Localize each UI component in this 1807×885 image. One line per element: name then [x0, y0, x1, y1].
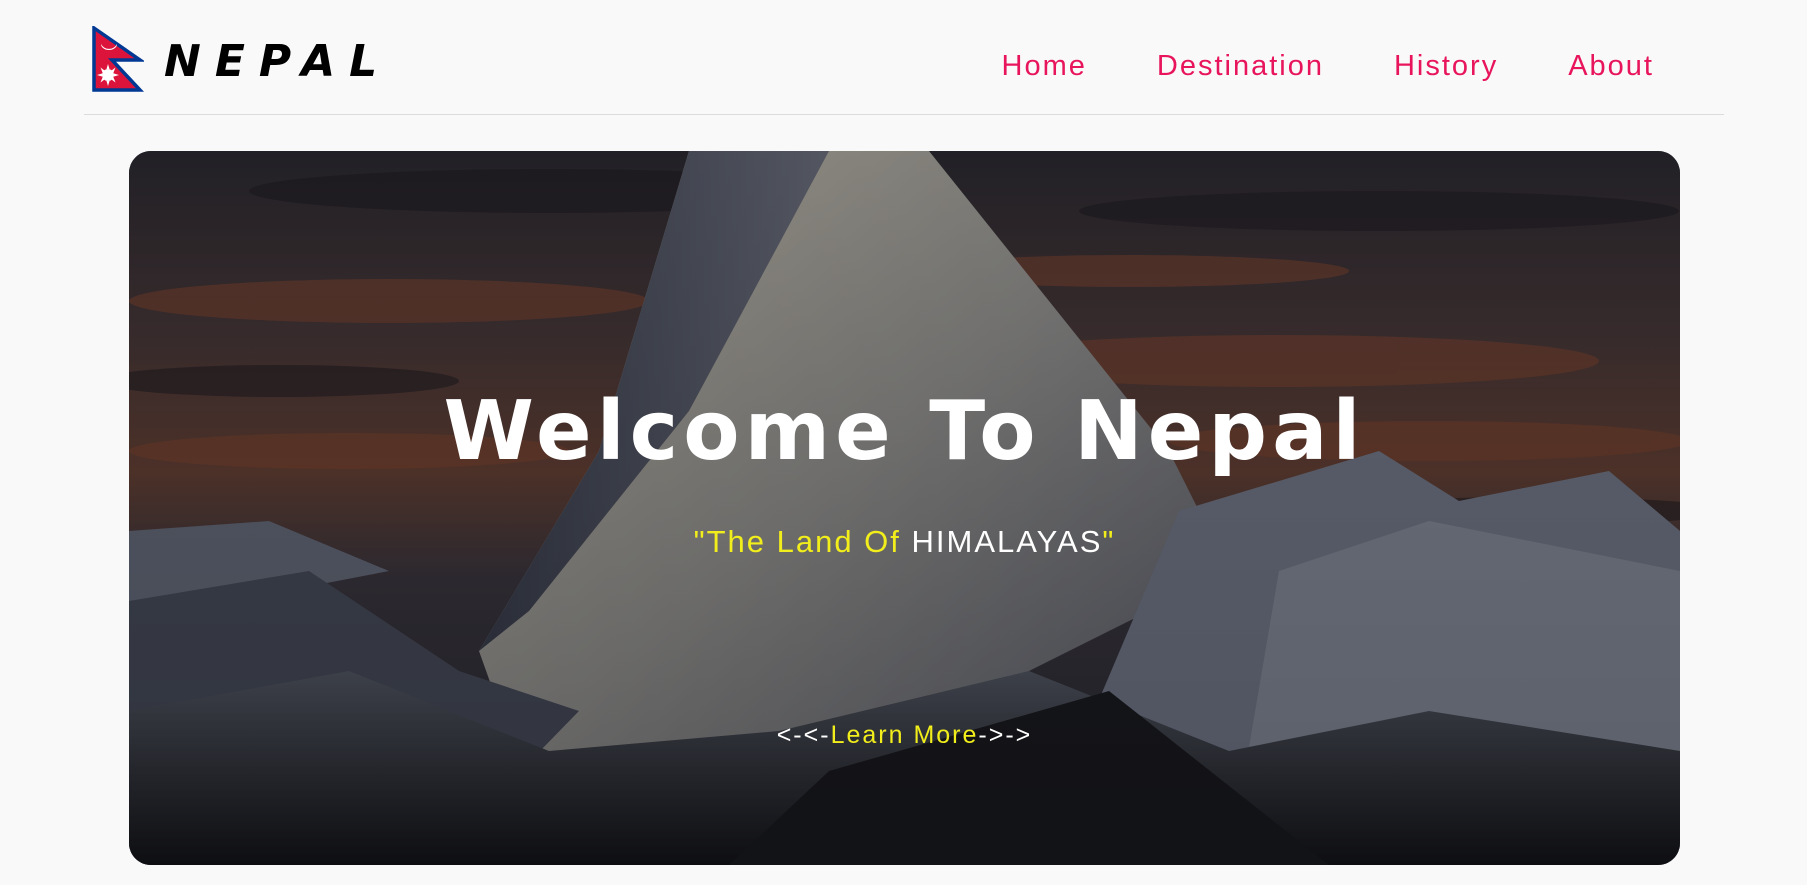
learn-more-suffix-arrows: ->-> [978, 721, 1033, 749]
nepal-flag-icon [92, 26, 144, 92]
main-nav: Home Destination History About [932, 52, 1654, 81]
logo[interactable]: NEPAL [92, 24, 391, 94]
subtitle-close-quote: " [1102, 524, 1116, 559]
mountain-background-image [129, 151, 1680, 865]
nav-about[interactable]: About [1568, 52, 1654, 81]
nav-destination[interactable]: Destination [1157, 52, 1324, 81]
site-header: NEPAL Home Destination History About [84, 0, 1724, 115]
hero-banner: Welcome To Nepal "The Land Of HIMALAYAS"… [129, 151, 1680, 865]
subtitle-open-quote: " [693, 524, 707, 559]
learn-more: <-<-Learn More->-> [129, 723, 1680, 748]
subtitle-white-text: HIMALAYAS [911, 524, 1103, 559]
learn-more-link[interactable]: Learn More [831, 721, 979, 749]
subtitle-yellow-text: The Land Of [706, 524, 901, 559]
nav-home[interactable]: Home [1002, 52, 1087, 81]
learn-more-prefix-arrows: <-<- [776, 721, 831, 749]
hero-subtitle: "The Land Of HIMALAYAS" [129, 526, 1680, 557]
hero-title: Welcome To Nepal [443, 384, 1366, 479]
brand-name: NEPAL [164, 36, 392, 87]
nav-history[interactable]: History [1394, 52, 1498, 81]
